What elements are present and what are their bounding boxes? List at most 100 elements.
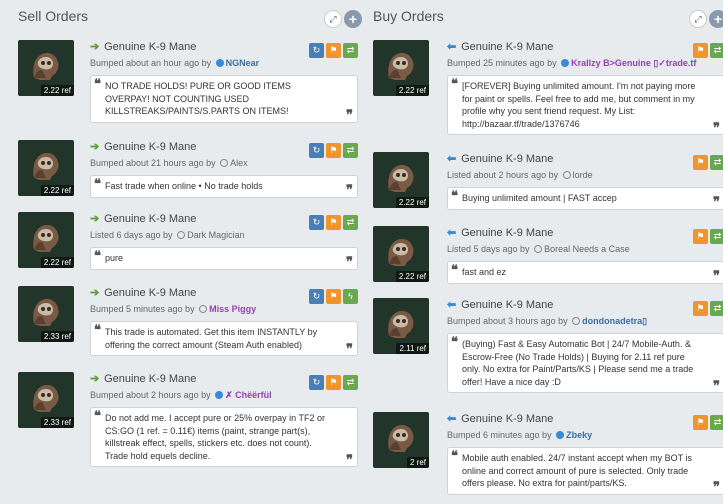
item-name[interactable]: Genuine K-9 Mane xyxy=(104,213,196,225)
comment-text: This trade is automated. Get this item I… xyxy=(105,327,318,350)
swap-icon[interactable]: ⇄ xyxy=(343,43,358,58)
refresh-icon[interactable]: ↻ xyxy=(309,143,324,158)
refresh-icon[interactable]: ↻ xyxy=(309,375,324,390)
quote-close-icon: ❞ xyxy=(346,451,353,467)
item-thumbnail[interactable]: 2 ref xyxy=(373,412,429,468)
swap-icon[interactable]: ⇄ xyxy=(343,215,358,230)
quote-open-icon: ❝ xyxy=(94,176,101,191)
flag-icon[interactable]: ⚑ xyxy=(693,415,708,430)
flag-icon[interactable]: ⚑ xyxy=(326,43,341,58)
item-thumbnail[interactable]: 2.22 ref xyxy=(373,40,429,96)
user-name[interactable]: Alex xyxy=(230,158,248,168)
item-image xyxy=(28,380,62,414)
item-name[interactable]: Genuine K-9 Mane xyxy=(461,413,553,425)
plus-icon[interactable]: + xyxy=(709,10,723,28)
flag-icon[interactable]: ⚑ xyxy=(326,143,341,158)
user-name[interactable]: Zbeky xyxy=(566,430,592,440)
item-name[interactable]: Genuine K-9 Mane xyxy=(461,153,553,165)
sell-arrow-icon: ➔ xyxy=(90,287,100,299)
plus-icon[interactable]: + xyxy=(344,10,362,28)
listing-status: Listed 5 days ago by xyxy=(447,244,530,254)
swap-icon[interactable]: ⇄ xyxy=(710,155,723,170)
price-badge: 2.33 ref xyxy=(40,417,74,428)
expand-icon[interactable]: ⤢ xyxy=(689,10,707,28)
item-name[interactable]: Genuine K-9 Mane xyxy=(104,287,196,299)
quote-open-icon: ❝ xyxy=(451,334,458,349)
listing-comment: ❝ NO TRADE HOLDS! PURE OR GOOD ITEMS OVER… xyxy=(90,75,358,123)
quote-close-icon: ❞ xyxy=(713,268,720,283)
item-thumbnail[interactable]: 2.22 ref xyxy=(18,40,74,96)
price-badge: 2.22 ref xyxy=(395,271,429,282)
online-status-icon xyxy=(215,59,224,67)
flag-icon[interactable]: ⚑ xyxy=(693,43,708,58)
quote-close-icon: ❞ xyxy=(346,254,353,269)
flag-icon[interactable]: ⚑ xyxy=(326,289,341,304)
flag-icon[interactable]: ⚑ xyxy=(693,229,708,244)
price-badge: 2.11 ref xyxy=(396,343,429,354)
flag-icon[interactable]: ⚑ xyxy=(326,215,341,230)
sell-listing: 2.33 ref ➔ Genuine K-9 Mane ↻ ⚑ ⇄ Bumped a… xyxy=(18,372,358,468)
item-thumbnail[interactable]: 2.33 ref xyxy=(18,372,74,428)
item-thumbnail[interactable]: 2.11 ref xyxy=(373,298,429,354)
offline-status-icon xyxy=(534,245,543,253)
item-thumbnail[interactable]: 2.22 ref xyxy=(373,226,429,282)
lightning-icon[interactable]: ϟ xyxy=(343,289,358,304)
price-badge: 2.22 ref xyxy=(395,85,429,96)
item-thumbnail[interactable]: 2.22 ref xyxy=(373,152,429,208)
user-name[interactable]: NGNear xyxy=(226,58,260,68)
item-image xyxy=(28,294,62,328)
swap-icon[interactable]: ⇄ xyxy=(710,229,723,244)
user-name[interactable]: Krallzy B>Genuine ▯✓trade.tf xyxy=(571,58,696,68)
item-name[interactable]: Genuine K-9 Mane xyxy=(104,141,196,153)
swap-icon[interactable]: ⇄ xyxy=(710,301,723,316)
comment-text: (Buying) Fast & Easy Automatic Bot | 24/… xyxy=(462,339,694,387)
price-badge: 2.22 ref xyxy=(40,257,74,268)
item-name[interactable]: Genuine K-9 Mane xyxy=(461,41,553,53)
user-name[interactable]: Dark Magician xyxy=(187,230,245,240)
buy-arrow-icon: ⬅ xyxy=(447,153,457,165)
refresh-icon[interactable]: ↻ xyxy=(309,43,324,58)
user-name[interactable]: Boreal Needs a Case xyxy=(544,244,630,254)
item-name[interactable]: Genuine K-9 Mane xyxy=(104,373,196,385)
flag-icon[interactable]: ⚑ xyxy=(693,301,708,316)
swap-icon[interactable]: ⇄ xyxy=(710,415,723,430)
item-name[interactable]: Genuine K-9 Mane xyxy=(104,41,196,53)
listing-status: Bumped about an hour ago by xyxy=(90,58,212,68)
quote-open-icon: ❝ xyxy=(451,448,458,463)
user-name[interactable]: dondonadetra▯ xyxy=(582,316,647,326)
listing-comment: ❝ fast and ez ❞ xyxy=(447,261,723,284)
refresh-icon[interactable]: ↻ xyxy=(309,289,324,304)
expand-icon[interactable]: ⤢ xyxy=(324,10,342,28)
flag-icon[interactable]: ⚑ xyxy=(326,375,341,390)
swap-icon[interactable]: ⇄ xyxy=(710,43,723,58)
buy-arrow-icon: ⬅ xyxy=(447,413,457,425)
quote-open-icon: ❝ xyxy=(94,248,101,263)
item-thumbnail[interactable]: 2.22 ref xyxy=(18,140,74,196)
comment-text: [FOREVER] Buying unlimited amount. I'm n… xyxy=(462,81,696,129)
item-name[interactable]: Genuine K-9 Mane xyxy=(461,299,553,311)
buy-listing: 2.11 ref ⬅ Genuine K-9 Mane ⚑ ⇄ Bumped ab… xyxy=(373,298,723,394)
offline-status-icon xyxy=(220,159,229,167)
listing-status: Listed about 2 hours ago by xyxy=(447,170,559,180)
sell-arrow-icon: ➔ xyxy=(90,41,100,53)
comment-text: Mobile auth enabled. 24/7 instant accept… xyxy=(462,453,692,488)
user-name[interactable]: lorde xyxy=(573,170,593,180)
buy-arrow-icon: ⬅ xyxy=(447,41,457,53)
item-image xyxy=(28,220,62,254)
listing-status: Bumped about 2 hours ago by xyxy=(90,390,211,400)
refresh-icon[interactable]: ↻ xyxy=(309,215,324,230)
listing-status: Bumped 6 minutes ago by xyxy=(447,430,552,440)
swap-icon[interactable]: ⇄ xyxy=(343,375,358,390)
user-name[interactable]: ✗ Chëërfül xyxy=(225,390,272,400)
comment-text: pure xyxy=(105,253,124,263)
flag-icon[interactable]: ⚑ xyxy=(693,155,708,170)
price-badge: 2 ref xyxy=(406,457,429,468)
swap-icon[interactable]: ⇄ xyxy=(343,143,358,158)
item-thumbnail[interactable]: 2.22 ref xyxy=(18,212,74,268)
quote-open-icon: ❝ xyxy=(94,408,101,423)
item-thumbnail[interactable]: 2.33 ref xyxy=(18,286,74,342)
quote-close-icon: ❞ xyxy=(346,182,353,197)
price-badge: 2.33 ref xyxy=(40,331,74,342)
user-name[interactable]: Miss Piggy xyxy=(209,304,256,314)
item-name[interactable]: Genuine K-9 Mane xyxy=(461,227,553,239)
